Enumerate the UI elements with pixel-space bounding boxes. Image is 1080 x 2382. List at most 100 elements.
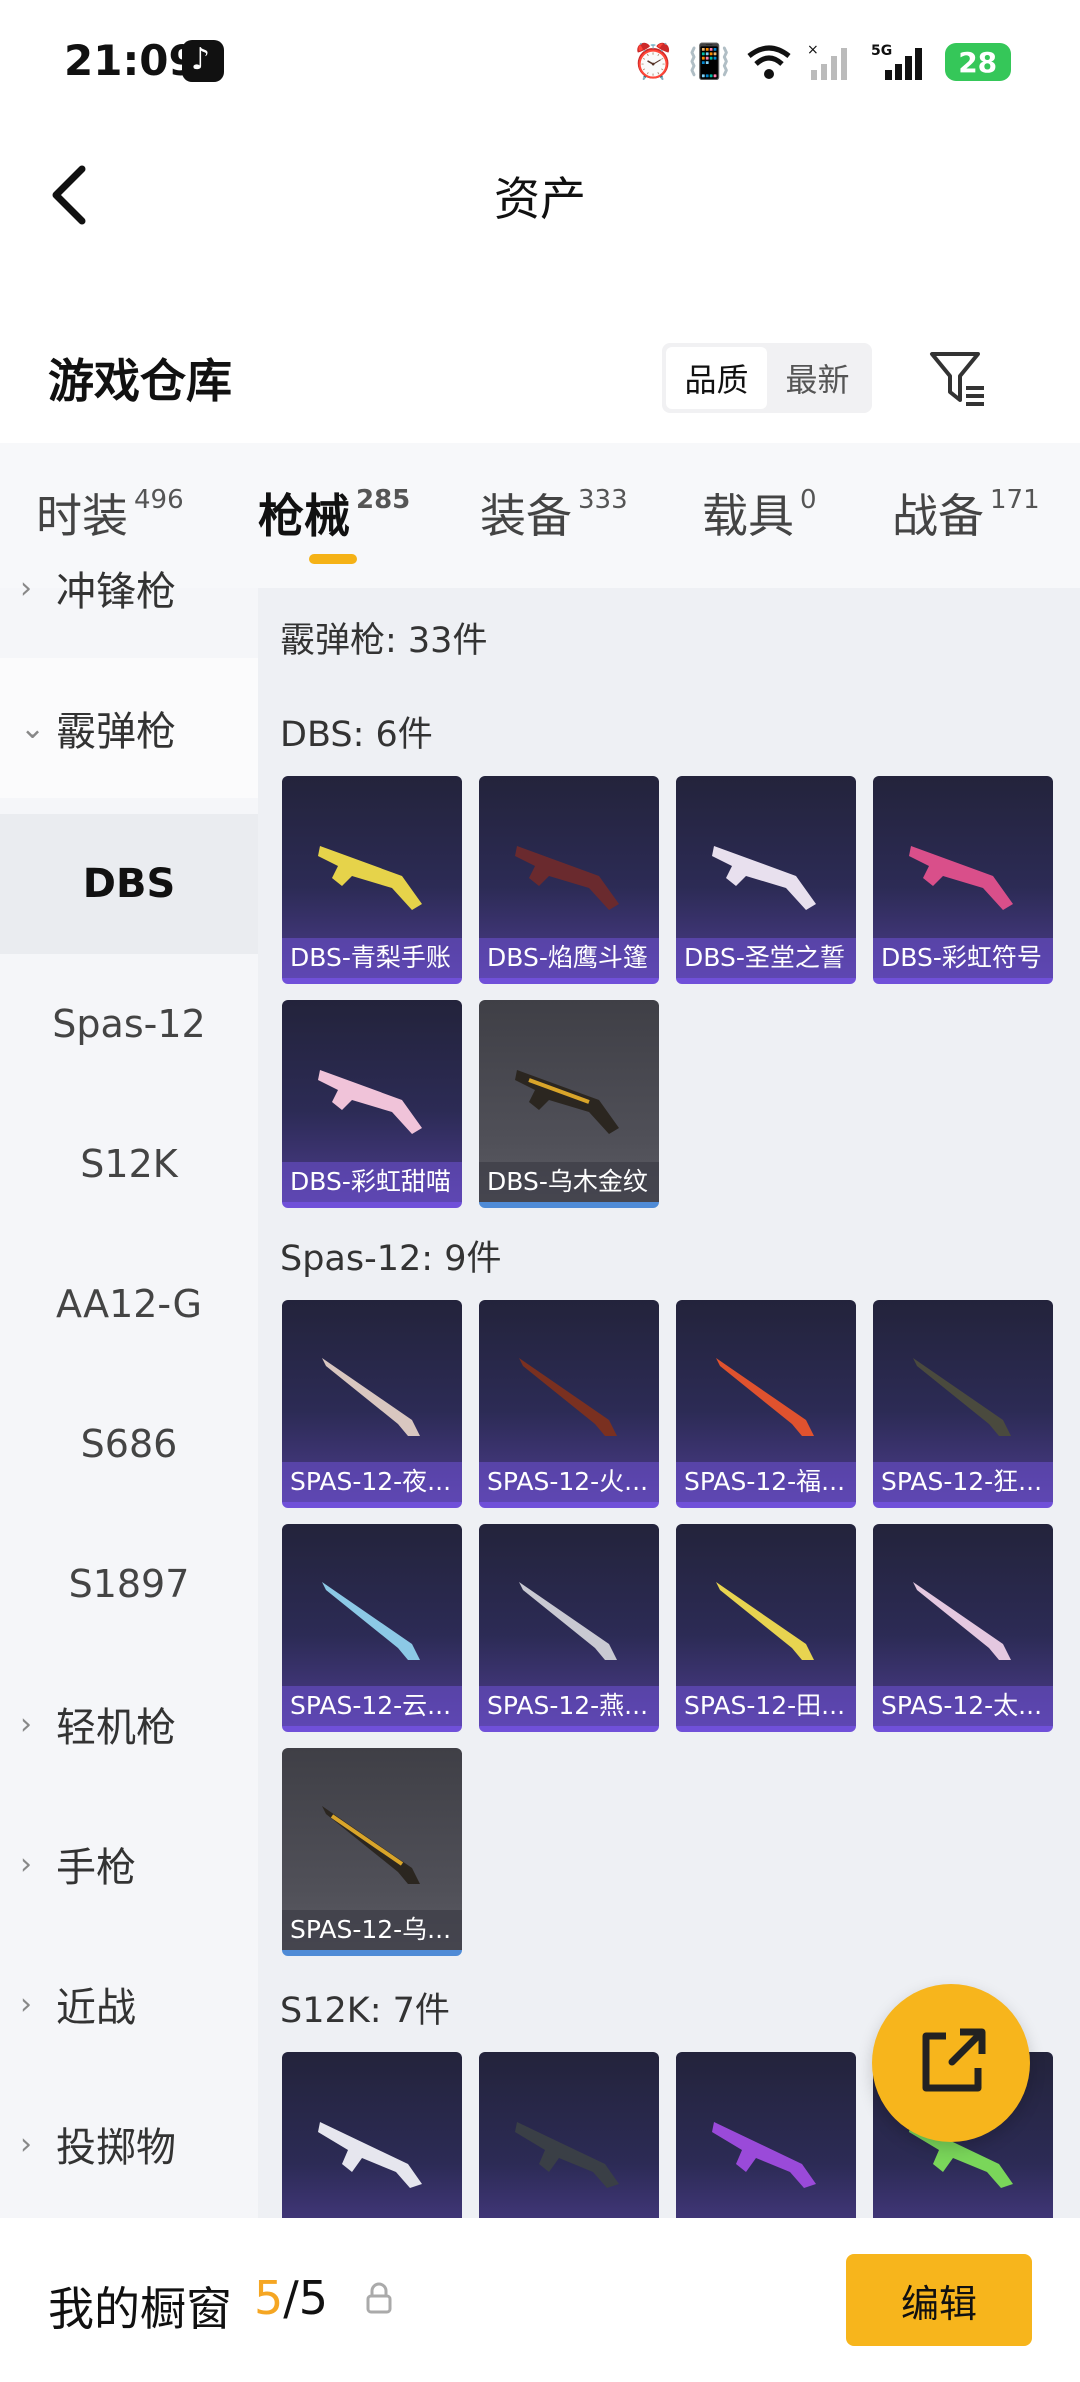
- shotgun-image: [519, 1582, 617, 1660]
- skin-name: SPAS-12-夜...: [282, 1462, 462, 1502]
- skin-name: DBS-乌木金纹: [479, 1162, 659, 1202]
- sidebar-item-shotgun[interactable]: ⌄ 霰弹枪: [0, 658, 258, 798]
- lock-icon: [366, 2282, 392, 2314]
- skin-card[interactable]: SPAS-12-夜...: [282, 1300, 462, 1508]
- shotgun-image: [515, 2122, 619, 2188]
- tab-vehicles[interactable]: 载具 0: [702, 480, 817, 546]
- skin-name: DBS-焰鹰斗篷: [479, 938, 659, 978]
- vibrate-icon: 📳: [688, 42, 731, 82]
- shotgun-image: [519, 1358, 617, 1436]
- chevron-right-icon: ›: [20, 2126, 32, 2162]
- skin-name: SPAS-12-乌...: [282, 1910, 462, 1950]
- shotgun-image: [712, 846, 816, 910]
- sidebar-sub-aa12g[interactable]: AA12-G: [0, 1234, 258, 1374]
- status-bar: 21:09 ⏰ 📳 × 5G 28: [0, 0, 1080, 125]
- skin-card[interactable]: SPAS-12-燕...: [479, 1524, 659, 1732]
- skin-name: DBS-彩虹符号: [873, 938, 1053, 978]
- sort-latest-button[interactable]: 最新: [767, 347, 868, 409]
- shotgun-image: [716, 1582, 814, 1660]
- skin-card[interactable]: SPAS-12-乌...: [282, 1748, 462, 1956]
- sidebar-sub-s686[interactable]: S686: [0, 1374, 258, 1514]
- signal-no-sim-icon: ×: [807, 42, 847, 80]
- skin-card[interactable]: DBS-彩虹甜喵: [282, 1000, 462, 1208]
- active-tab-indicator: [309, 554, 357, 564]
- skin-name: SPAS-12-福...: [676, 1462, 856, 1502]
- shotgun-image: [909, 846, 1013, 910]
- chevron-right-icon: ›: [20, 1986, 32, 2022]
- shotgun-image: [318, 1070, 422, 1134]
- tiktok-notification-icon: [182, 40, 224, 82]
- tab-supplies[interactable]: 战备 171: [892, 480, 1040, 546]
- tab-equipment[interactable]: 装备 333: [480, 480, 628, 546]
- skin-card[interactable]: [282, 2052, 462, 2218]
- warehouse-title: 游戏仓库: [48, 354, 232, 408]
- battery-icon: 28: [944, 43, 1011, 81]
- wifi-icon: [747, 45, 791, 79]
- top-nav: 资产: [0, 125, 1080, 265]
- shotgun-image: [716, 1358, 814, 1436]
- skin-card[interactable]: DBS-青梨手账: [282, 776, 462, 984]
- skin-card[interactable]: [479, 2052, 659, 2218]
- sort-toggle: 品质 最新: [662, 343, 872, 413]
- showcase-title: 我的橱窗: [48, 2282, 232, 2336]
- chevron-right-icon: ›: [20, 570, 32, 606]
- skin-card[interactable]: SPAS-12-福...: [676, 1300, 856, 1508]
- skin-card[interactable]: SPAS-12-狂...: [873, 1300, 1053, 1508]
- chevron-right-icon: ›: [20, 1846, 32, 1882]
- sidebar-item-lmg[interactable]: › 轻机枪: [0, 1654, 258, 1794]
- skin-card[interactable]: SPAS-12-火...: [479, 1300, 659, 1508]
- sidebar-item-pistol[interactable]: › 手枪: [0, 1794, 258, 1934]
- sidebar-item-melee[interactable]: › 近战: [0, 1934, 258, 2074]
- showcase-bar: 我的橱窗 5/5 编辑: [0, 2218, 1080, 2382]
- shotgun-image: [712, 2122, 816, 2188]
- skin-card[interactable]: SPAS-12-田...: [676, 1524, 856, 1732]
- section-title-spas12: Spas-12: 9件: [280, 1239, 502, 1279]
- section-title-dbs: DBS: 6件: [280, 715, 433, 755]
- item-list: 霰弹枪: 33件 DBS: 6件 DBS-青梨手账 DBS-焰鹰斗篷 DBS-圣…: [258, 588, 1080, 2218]
- shotgun-image: [322, 1582, 420, 1660]
- share-button[interactable]: [872, 1984, 1030, 2142]
- sidebar-item-smg[interactable]: › 冲锋枪: [0, 518, 258, 658]
- sidebar-item-throwable[interactable]: › 投掷物: [0, 2074, 258, 2214]
- skin-card[interactable]: [676, 2052, 856, 2218]
- sidebar-sub-s1897[interactable]: S1897: [0, 1514, 258, 1654]
- section-title-s12k: S12K: 7件: [280, 1991, 450, 2031]
- signal-5g-icon: 5G: [871, 43, 922, 80]
- sidebar-sub-dbs[interactable]: DBS: [0, 814, 258, 954]
- chevron-down-icon: ⌄: [20, 710, 46, 746]
- filter-icon[interactable]: [926, 346, 990, 410]
- page-title: 资产: [494, 172, 586, 226]
- status-time: 21:09: [64, 36, 198, 85]
- skin-card[interactable]: DBS-乌木金纹: [479, 1000, 659, 1208]
- sort-quality-button[interactable]: 品质: [666, 347, 767, 409]
- shotgun-image: [322, 1806, 420, 1884]
- skin-card[interactable]: SPAS-12-太...: [873, 1524, 1053, 1732]
- tab-firearms[interactable]: 枪械 285: [258, 480, 410, 546]
- shotgun-image: [913, 1582, 1011, 1660]
- sidebar-sub-spas12[interactable]: Spas-12: [0, 954, 258, 1094]
- skin-card[interactable]: DBS-彩虹符号: [873, 776, 1053, 984]
- edit-button[interactable]: 编辑: [846, 2254, 1032, 2346]
- skin-name: SPAS-12-田...: [676, 1686, 856, 1726]
- status-icons: ⏰ 📳 × 5G 28: [632, 40, 1011, 84]
- category-total: 霰弹枪: 33件: [280, 621, 488, 661]
- skin-name: SPAS-12-狂...: [873, 1462, 1053, 1502]
- shotgun-image: [318, 846, 422, 910]
- shotgun-image: [318, 2122, 422, 2188]
- sidebar-sub-s12k[interactable]: S12K: [0, 1094, 258, 1234]
- svg-text:×: ×: [807, 42, 819, 58]
- skin-name: SPAS-12-燕...: [479, 1686, 659, 1726]
- skin-card[interactable]: DBS-焰鹰斗篷: [479, 776, 659, 984]
- skin-card[interactable]: SPAS-12-云...: [282, 1524, 462, 1732]
- skin-card[interactable]: DBS-圣堂之誓: [676, 776, 856, 984]
- shotgun-image: [515, 1070, 619, 1134]
- alarm-icon: ⏰: [632, 42, 675, 82]
- skin-name: SPAS-12-云...: [282, 1686, 462, 1726]
- svg-text:5G: 5G: [871, 43, 892, 59]
- skin-name: SPAS-12-火...: [479, 1462, 659, 1502]
- skin-name: DBS-圣堂之誓: [676, 938, 856, 978]
- skin-name: SPAS-12-太...: [873, 1686, 1053, 1726]
- external-link-icon: [922, 2028, 986, 2092]
- skin-name: DBS-青梨手账: [282, 938, 462, 978]
- shotgun-image: [913, 1358, 1011, 1436]
